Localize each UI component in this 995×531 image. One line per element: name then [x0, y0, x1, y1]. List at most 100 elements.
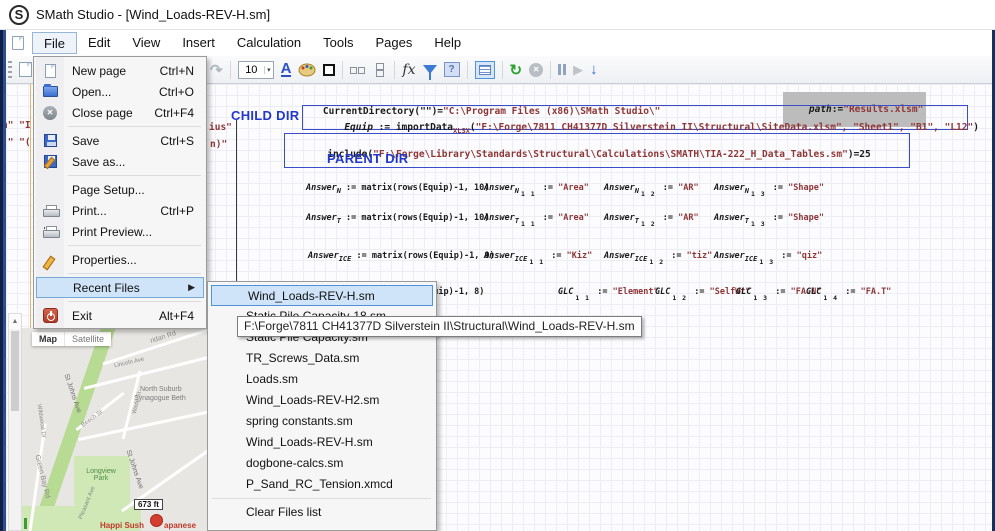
menu-view[interactable]: View: [121, 32, 171, 54]
menu-item-page-setup[interactable]: Page Setup...: [36, 179, 204, 200]
worksheet-fragment: )" "(: [2, 137, 31, 148]
new-page-icon: [45, 64, 56, 78]
toolbar-separator: [502, 61, 503, 79]
toolbar-separator: [230, 61, 231, 79]
recent-file-item[interactable]: Wind_Loads-REV-H2.sm: [210, 390, 434, 411]
stop-icon[interactable]: ✕: [529, 63, 543, 77]
map-scale: 673 ft: [134, 499, 163, 510]
matrix-cell-assignment[interactable]: AnswerT1 2 := "AR": [604, 213, 699, 223]
help-panel-icon[interactable]: ?: [444, 62, 460, 77]
worksheet-fragment: ius": [209, 122, 232, 133]
map-label: Wildwood Dr: [36, 404, 47, 439]
recent-file-item[interactable]: TR_Screws_Data.sm: [210, 348, 434, 369]
redo-icon[interactable]: ↷: [210, 61, 223, 79]
menu-item-close-page[interactable]: ✕Close pageCtrl+F4: [36, 102, 204, 123]
scrollbar-thumb[interactable]: [11, 331, 19, 411]
menu-help[interactable]: Help: [423, 32, 472, 54]
menu-item-exit[interactable]: ExitAlt+F4: [36, 305, 204, 326]
recent-file-item[interactable]: Wind_Loads-REV-H.sm: [211, 285, 433, 306]
menu-item-new-page[interactable]: New pageCtrl+N: [36, 60, 204, 81]
menu-separator: [36, 270, 204, 277]
matrix-cell-assignment[interactable]: GLC1 1 := "Element": [558, 287, 659, 297]
map-marker-icon: [150, 514, 163, 527]
parent-dir-annotation: PARENT DIR: [327, 151, 408, 166]
menu-item-open[interactable]: Open...Ctrl+O: [36, 81, 204, 102]
matrix-cell-assignment[interactable]: AnswerICE1 3 := "qiz": [714, 251, 822, 261]
matrix-cell-assignment[interactable]: AnswerT1 3 := "Shape": [714, 213, 824, 223]
menu-item-properties[interactable]: Properties...: [36, 249, 204, 270]
matrix-cell-assignment[interactable]: AnswerICE1 2 := "tiz": [604, 251, 712, 261]
worksheet-fragment: n)": [210, 139, 227, 150]
paren: ): [973, 122, 979, 133]
submenu-arrow-icon: ▶: [188, 282, 203, 293]
font-size-select[interactable]: 10▾: [238, 61, 274, 79]
matrix-cell-assignment[interactable]: AnswerN1 2 := "AR": [604, 183, 699, 193]
toolbar-separator: [342, 61, 343, 79]
matrix-cell-assignment[interactable]: AnswerN1 3 := "Shape": [714, 183, 824, 193]
chevron-down-icon: ▾: [264, 66, 273, 74]
toolbar-drag-handle[interactable]: [8, 61, 12, 79]
menu-pages[interactable]: Pages: [365, 32, 424, 54]
window-title: SMath Studio - [Wind_Loads-REV-H.sm]: [36, 7, 270, 22]
map-button[interactable]: Map: [32, 332, 64, 346]
menu-calculation[interactable]: Calculation: [226, 32, 312, 54]
menu-separator: [36, 298, 204, 305]
menu-item-print[interactable]: Print...Ctrl+P: [36, 200, 204, 221]
font-size-value: 10: [239, 64, 264, 76]
exit-icon: [43, 308, 58, 323]
font-color-icon[interactable]: A: [281, 62, 292, 77]
palette-icon[interactable]: [298, 62, 316, 77]
matrix-cell-assignment[interactable]: AnswerICE1 1 := "Kiz": [484, 251, 592, 261]
include-region-box[interactable]: include("F:\Forge\Library\Standards\Stru…: [284, 133, 910, 168]
matrix-cell-assignment[interactable]: GLC1 4 := "FA.T": [806, 287, 891, 297]
print-preview-icon: [43, 226, 58, 238]
worksheet-fragment: h" "I: [2, 120, 31, 131]
border-icon[interactable]: [323, 64, 335, 76]
menu-insert[interactable]: Insert: [171, 32, 226, 54]
menu-edit[interactable]: Edit: [77, 32, 121, 54]
new-page-toolbar-icon[interactable]: [19, 62, 32, 77]
save-as-icon: [44, 155, 57, 168]
file-path-tooltip: F:\Forge\7811 CH41377D Silverstein II\St…: [237, 316, 642, 337]
open-folder-icon: [43, 86, 58, 97]
string-args: "F:\Forge\7811 CH41377D Silverstein II\S…: [476, 122, 974, 133]
menu-bar: File Edit View Insert Calculation Tools …: [6, 30, 992, 56]
pause-icon[interactable]: [558, 64, 566, 75]
matrix-definition[interactable]: AnswerT := matrix(rows(Equip)-1, 10): [306, 213, 489, 223]
play-icon[interactable]: ▶: [573, 62, 583, 78]
menu-item-clear-files[interactable]: Clear Files list: [210, 502, 434, 523]
map-label: apanese: [164, 521, 196, 530]
child-dir-annotation: CHILD DIR: [231, 108, 299, 123]
vertical-scrollbar[interactable]: ▲: [8, 313, 22, 531]
satellite-button[interactable]: Satellite: [64, 332, 111, 346]
recent-file-item[interactable]: spring constants.sm: [210, 411, 434, 432]
menu-tools[interactable]: Tools: [312, 32, 364, 54]
split-vertical-icon[interactable]: [372, 63, 387, 77]
map-label: Longview Park: [80, 468, 122, 482]
menu-file[interactable]: File: [32, 32, 77, 54]
menu-item-save-as[interactable]: Save as...: [36, 151, 204, 172]
recent-file-item[interactable]: dogbone-calcs.sm: [210, 453, 434, 474]
recent-file-item[interactable]: P_Sand_RC_Tension.xmcd: [210, 474, 434, 495]
recent-file-item[interactable]: Wind_Loads-REV-H.sm: [210, 432, 434, 453]
equip-region-box[interactable]: Equip := importDataXLSX("F:\Forge\7811 C…: [302, 105, 968, 130]
matrix-definition[interactable]: AnswerICE := matrix(rows(Equip)-1, 9): [308, 251, 495, 261]
update-icon[interactable]: ↓: [590, 61, 598, 78]
function-icon[interactable]: fx: [402, 62, 415, 78]
refresh-icon[interactable]: ↻: [510, 61, 523, 79]
side-panel-icon[interactable]: [475, 61, 495, 79]
menu-separator: [36, 123, 204, 130]
matrix-cell-assignment[interactable]: AnswerT1 1 := "Area": [484, 213, 589, 223]
scrollbar-up-icon[interactable]: ▲: [9, 314, 21, 329]
properties-icon: [44, 253, 56, 267]
title-bar[interactable]: S SMath Studio - [Wind_Loads-REV-H.sm]: [0, 0, 995, 30]
matrix-cell-assignment[interactable]: AnswerN1 1 := "Area": [484, 183, 589, 193]
close-page-icon: ✕: [43, 106, 57, 120]
filter-icon[interactable]: [423, 65, 437, 74]
split-horizontal-icon[interactable]: [350, 63, 365, 77]
matrix-definition[interactable]: AnswerN := matrix(rows(Equip)-1, 10): [306, 183, 489, 193]
menu-item-recent-files[interactable]: Recent Files▶: [36, 277, 204, 298]
menu-item-save[interactable]: SaveCtrl+S: [36, 130, 204, 151]
recent-file-item[interactable]: Loads.sm: [210, 369, 434, 390]
menu-item-print-preview[interactable]: Print Preview...: [36, 221, 204, 242]
